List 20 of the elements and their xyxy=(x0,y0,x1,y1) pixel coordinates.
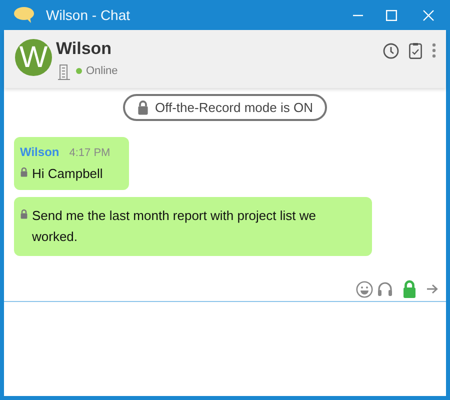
headset-icon[interactable] xyxy=(377,280,393,298)
message-time: 4:17 PM xyxy=(69,146,110,161)
chat-bubble-icon xyxy=(13,6,35,24)
lock-icon xyxy=(137,100,149,115)
message-text: Send me the last month report with project list we worked. xyxy=(32,206,317,246)
otr-label: Off-the-Record mode is ON xyxy=(155,98,313,117)
building-icon xyxy=(56,62,72,80)
smiley-icon[interactable] xyxy=(356,280,373,298)
sender-name: Wilson xyxy=(20,144,60,161)
status-text: Online xyxy=(86,64,118,79)
more-icon[interactable] xyxy=(432,43,436,58)
window-title: Wilson - Chat xyxy=(46,6,130,24)
maximize-icon[interactable] xyxy=(386,10,397,20)
send-arrow-icon[interactable] xyxy=(427,284,438,294)
clipboard-check-icon[interactable] xyxy=(409,42,422,59)
clock-icon[interactable] xyxy=(383,42,399,58)
message-text: Hi Campbell xyxy=(32,164,104,183)
close-icon[interactable] xyxy=(423,10,434,20)
contact-name: Wilson xyxy=(56,38,113,60)
contact-avatar: W xyxy=(15,39,52,76)
